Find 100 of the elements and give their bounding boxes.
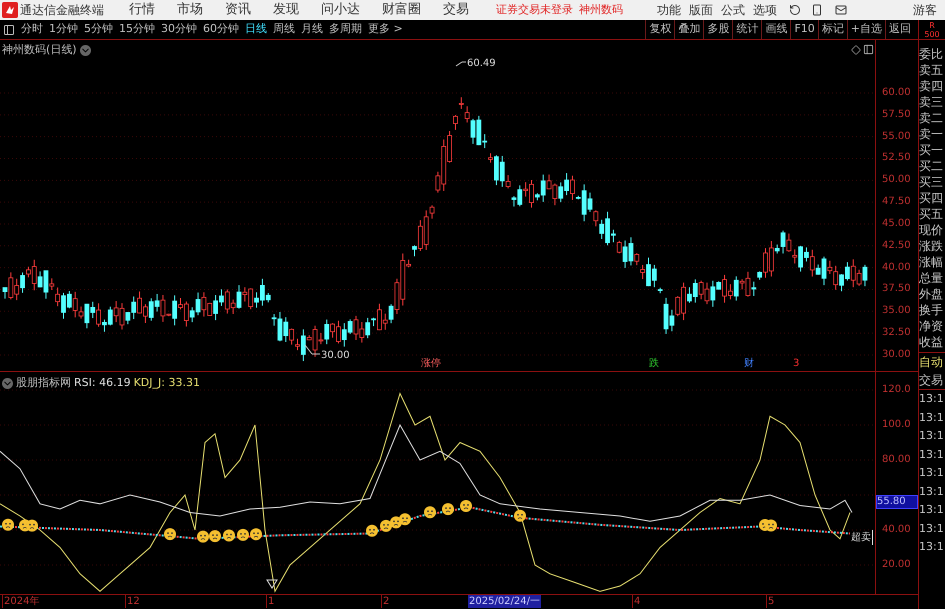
toolbar-button[interactable]: +自选 — [846, 20, 885, 39]
mail-icon[interactable] — [835, 4, 847, 16]
logo-icon — [2, 2, 18, 18]
face-icon — [399, 513, 411, 526]
quote-label: 买五 — [919, 206, 944, 222]
time-axis-label: 2025/02/24/一 — [468, 595, 542, 608]
high-price-label: 60.49 — [467, 57, 496, 71]
quote-label: 买一 — [919, 142, 944, 158]
price-tick: 30.00 — [882, 348, 911, 361]
menu-item[interactable]: 资讯 — [214, 0, 262, 20]
period-tab[interactable]: 月线 — [298, 21, 326, 38]
quote-label: 卖一 — [919, 126, 944, 142]
event-label[interactable]: 3 — [792, 358, 800, 370]
toolbar-button[interactable]: 统计 — [732, 20, 762, 39]
menu-item[interactable]: 财富圈 — [371, 0, 432, 20]
price-tick: 47.50 — [882, 196, 911, 208]
quote-label: 买三 — [919, 174, 944, 190]
quote-label: 卖四 — [919, 78, 944, 94]
toolbar-button[interactable]: 叠加 — [674, 20, 704, 39]
event-label[interactable]: 跌 — [648, 358, 660, 370]
trade-time: 13:1 — [919, 502, 945, 518]
quote-label: 委比 — [919, 46, 944, 62]
login-status[interactable]: 证券交易未登录 — [496, 2, 573, 18]
low-marker — [304, 344, 320, 354]
trade-time: 13:1 — [919, 446, 945, 462]
chevron-icon[interactable] — [80, 44, 91, 56]
period-tab[interactable]: 周线 — [270, 21, 298, 38]
time-axis-label: 4 — [632, 595, 640, 608]
indicator-tick: 20.00 — [882, 559, 911, 571]
menu-item[interactable]: 行情 — [118, 0, 166, 20]
quote-label: 涨跌 — [919, 238, 944, 254]
face-icon — [2, 518, 14, 531]
rsi-value: RSI: 46.19 — [74, 375, 131, 391]
indicator-tick: 80.00 — [882, 454, 911, 466]
price-tick: 55.00 — [882, 130, 911, 143]
tool-menu-item[interactable]: 选项 — [749, 1, 781, 19]
face-icon — [765, 519, 777, 532]
toolbar-button[interactable]: 返回 — [885, 20, 914, 39]
menu-item[interactable]: 交易 — [432, 0, 480, 20]
face-icon — [223, 529, 235, 542]
face-icon — [164, 528, 176, 540]
face-icon — [514, 510, 526, 522]
period-tab[interactable]: 分时 — [18, 21, 46, 38]
toolbar-button[interactable]: 复权 — [645, 20, 674, 39]
chevron-icon[interactable] — [2, 378, 13, 389]
menu-item[interactable]: 发现 — [262, 0, 310, 20]
quote-label: 收益 — [919, 334, 944, 350]
toolbar-button[interactable]: 标记 — [818, 20, 847, 39]
phone-icon[interactable] — [811, 4, 823, 16]
indicator-tick: 100.0 — [882, 419, 911, 431]
toolbar-button[interactable]: F10 — [790, 20, 818, 39]
period-tab[interactable]: 多周期 — [326, 21, 365, 38]
trade-time: 13:1 — [919, 539, 945, 555]
event-label[interactable]: 涨停 — [420, 358, 442, 370]
price-tick: 52.50 — [882, 152, 911, 164]
quote-label: 换手 — [919, 302, 944, 318]
trade-time: 13:1 — [919, 410, 945, 426]
face-icon — [250, 528, 262, 540]
stock-name: 神州数码 — [579, 2, 623, 18]
high-marker — [456, 62, 466, 66]
quote-label: 涨幅 — [919, 254, 944, 270]
price-tick: 32.50 — [882, 327, 911, 340]
period-tab[interactable]: 30分钟 — [158, 21, 200, 38]
face-icon — [460, 500, 472, 512]
time-axis-label: 1 — [266, 595, 274, 608]
quote-label: 卖三 — [919, 94, 944, 110]
panel-icon[interactable] — [3, 24, 15, 36]
period-tab[interactable]: 更多 > — [365, 21, 406, 38]
face-icon — [442, 503, 454, 516]
trade-time: 13:1 — [919, 428, 945, 444]
period-tab[interactable]: 日线 — [242, 21, 270, 38]
diamond-icon[interactable] — [851, 45, 861, 55]
panel-icon[interactable] — [863, 44, 874, 55]
tool-menu-item[interactable]: 公式 — [717, 1, 749, 19]
oversold-label: 超卖 — [851, 530, 873, 545]
toolbar-button[interactable]: 画线 — [761, 20, 790, 39]
triangle-icon — [266, 580, 278, 589]
period-tab[interactable]: 15分钟 — [116, 21, 158, 38]
user-label[interactable]: 游客 — [913, 1, 937, 19]
price-tick: 50.00 — [882, 174, 911, 186]
indicator-name: 股朋指标网 — [16, 375, 71, 391]
trade-time: 13:1 — [919, 520, 945, 536]
time-axis-label: 12 — [125, 595, 140, 608]
toolbar-button[interactable]: 多股 — [703, 20, 732, 39]
tool-menu-item[interactable]: 版面 — [685, 1, 717, 19]
menu-item[interactable]: 问小达 — [310, 0, 371, 20]
current-value-badge: 55.80 — [876, 495, 918, 509]
auto-label[interactable]: 自动 — [919, 352, 945, 371]
quote-label: 买二 — [919, 158, 944, 174]
quote-label: 净资 — [919, 318, 944, 334]
period-tab[interactable]: 60分钟 — [200, 21, 242, 38]
tool-menu-item[interactable]: 功能 — [653, 1, 685, 19]
refresh-icon[interactable] — [789, 4, 801, 16]
quote-label: 卖五 — [919, 62, 944, 78]
level-badge: R 500 — [918, 20, 945, 39]
face-icon — [380, 520, 392, 532]
menu-item[interactable]: 市场 — [166, 0, 214, 20]
period-tab[interactable]: 1分钟 — [46, 21, 81, 38]
period-tab[interactable]: 5分钟 — [81, 21, 116, 38]
event-label[interactable]: 财 — [743, 358, 755, 370]
